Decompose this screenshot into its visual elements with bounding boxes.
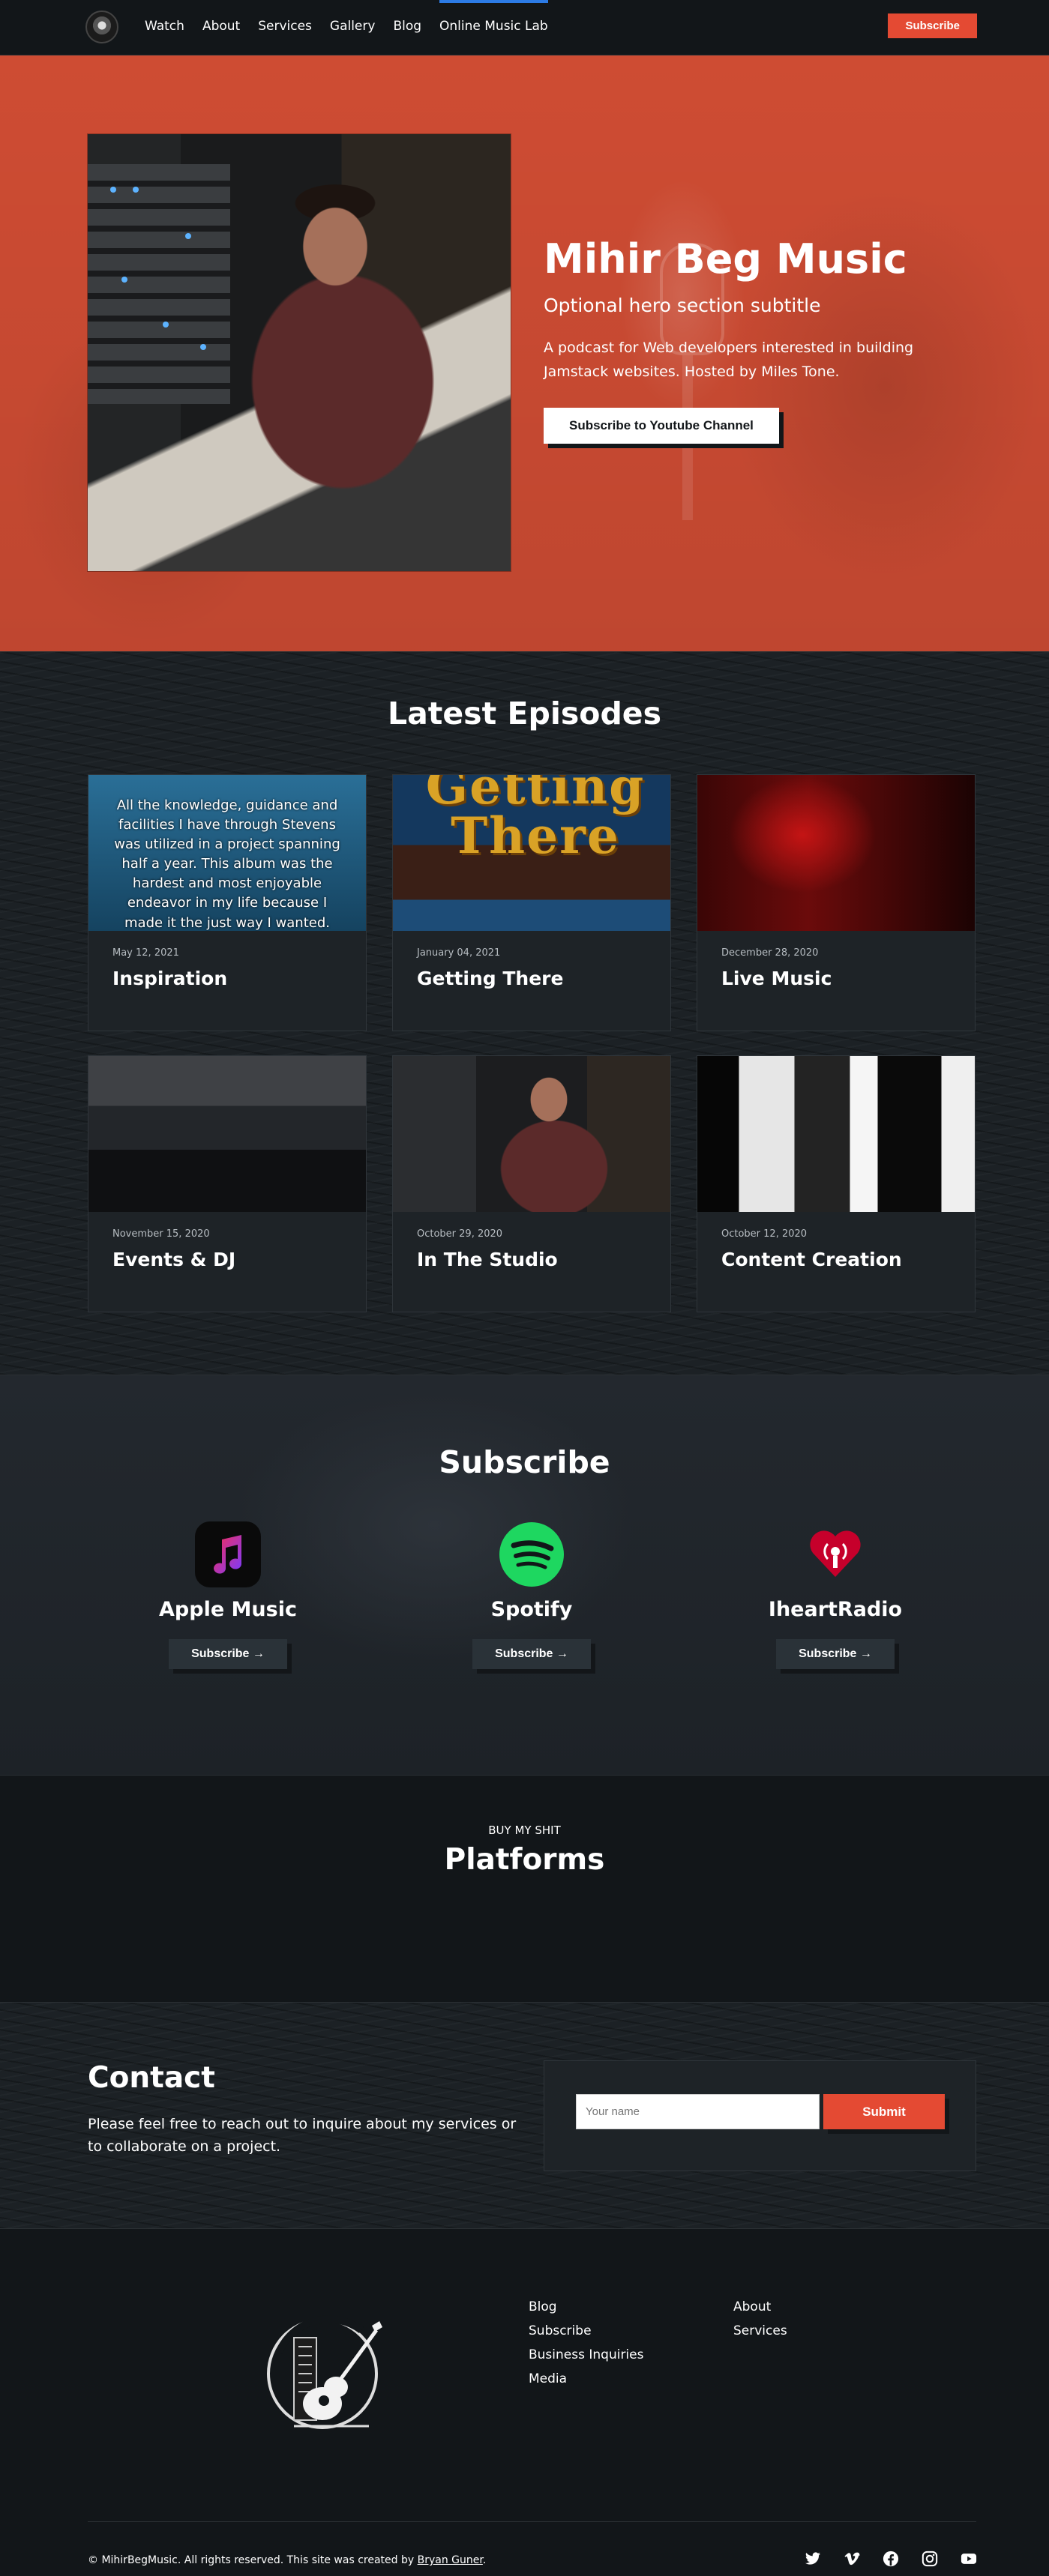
nav-links: Watch About Services Gallery Blog Online…: [145, 0, 548, 34]
episode-image: [697, 1056, 975, 1212]
subscribe-section: Subscribe Apple Music Subscribe → Spotif…: [0, 1375, 1049, 1775]
nav-link-gallery[interactable]: Gallery: [330, 19, 376, 34]
nav-link-blog[interactable]: Blog: [393, 19, 421, 34]
episode-image: [697, 775, 975, 931]
nav-link-online-music-lab[interactable]: Online Music Lab: [439, 0, 548, 34]
nav-subscribe-button[interactable]: Subscribe: [888, 13, 977, 38]
hero-description: A podcast for Web developers interested …: [544, 339, 914, 381]
hero-title: Mihir Beg Music: [544, 235, 907, 283]
episode-title[interactable]: Events & DJ: [112, 1249, 342, 1270]
hero-subtitle: Optional hero section subtitle: [544, 294, 821, 316]
footer-link-blog[interactable]: Blog: [529, 2299, 643, 2314]
episode-title[interactable]: Getting There: [417, 968, 646, 989]
subscribe-spotify: Spotify Subscribe →: [419, 1521, 644, 1669]
episode-date: May 12, 2021: [112, 947, 179, 959]
episodes-grid: All the knowledge, guidance and faciliti…: [88, 774, 976, 1312]
youtube-subscribe-button[interactable]: Subscribe to Youtube Channel: [544, 408, 779, 444]
platforms-section: BUY MY SHIT Platforms: [0, 1775, 1049, 2002]
apple-music-subscribe-button[interactable]: Subscribe →: [169, 1639, 287, 1669]
episode-card[interactable]: October 29, 2020 In The Studio: [392, 1055, 671, 1312]
platform-name: IheartRadio: [768, 1598, 903, 1621]
episodes-section: Latest Episodes All the knowledge, guida…: [0, 651, 1049, 1375]
hero-photo: [88, 134, 511, 571]
copyright-suffix: .: [482, 2554, 487, 2566]
episode-date: November 15, 2020: [112, 1228, 210, 1240]
vimeo-icon[interactable]: [844, 2551, 860, 2567]
episode-card[interactable]: December 28, 2020 Live Music: [697, 774, 976, 1031]
episode-title[interactable]: Live Music: [721, 968, 951, 989]
hero-text: Mihir Beg Music Optional hero section su…: [544, 235, 964, 444]
footer: Blog Subscribe Business Inquiries Media …: [0, 2228, 1049, 2576]
episode-image: All the knowledge, guidance and faciliti…: [88, 775, 366, 931]
episode-image-caption: Getting There: [425, 775, 646, 865]
episode-title[interactable]: Inspiration: [112, 968, 342, 989]
copyright: © MihirBegMusic. All rights reserved. Th…: [88, 2554, 486, 2566]
subscribe-title: Subscribe: [439, 1444, 610, 1480]
site-logo[interactable]: [85, 10, 118, 43]
copyright-text: © MihirBegMusic. All rights reserved. Th…: [88, 2554, 418, 2566]
submit-button[interactable]: Submit: [823, 2094, 945, 2129]
platforms-kicker: BUY MY SHIT: [488, 1824, 561, 1837]
episode-date: January 04, 2021: [417, 947, 501, 959]
spotify-icon: [499, 1521, 565, 1587]
footer-link-services[interactable]: Services: [733, 2323, 787, 2338]
episode-card[interactable]: Getting There January 04, 2021 Getting T…: [392, 774, 671, 1031]
contact-form: Submit: [544, 2060, 976, 2171]
footer-link-subscribe[interactable]: Subscribe: [529, 2323, 643, 2338]
studio-rack-graphic: [88, 164, 230, 404]
platform-name: Apple Music: [159, 1598, 297, 1621]
episode-date: October 29, 2020: [417, 1228, 503, 1240]
name-input[interactable]: [576, 2094, 820, 2129]
contact-title: Contact: [88, 2061, 215, 2095]
episode-title[interactable]: Content Creation: [721, 1249, 951, 1270]
nav-link-watch[interactable]: Watch: [145, 19, 184, 34]
footer-logo[interactable]: [264, 2308, 387, 2440]
spotify-subscribe-button[interactable]: Subscribe →: [472, 1639, 591, 1669]
facebook-icon[interactable]: [883, 2551, 899, 2567]
instagram-icon[interactable]: [922, 2551, 938, 2567]
footer-links-col-2: About Services: [733, 2299, 787, 2338]
iheartradio-icon: [802, 1521, 868, 1587]
episode-image-caption: All the knowledge, guidance and faciliti…: [114, 797, 340, 931]
nav-link-about[interactable]: About: [202, 19, 240, 34]
episode-image: [88, 1056, 366, 1212]
creator-link[interactable]: Bryan Guner: [418, 2554, 483, 2566]
contact-description: Please feel free to reach out to inquire…: [88, 2116, 517, 2156]
page: Watch About Services Gallery Blog Online…: [0, 0, 1049, 2576]
episode-date: October 12, 2020: [721, 1228, 808, 1240]
episode-date: December 28, 2020: [721, 947, 819, 959]
subscribe-iheartradio: IheartRadio Subscribe →: [723, 1521, 948, 1669]
episodes-title: Latest Episodes: [387, 696, 662, 732]
hero-section: Mihir Beg Music Optional hero section su…: [0, 55, 1049, 651]
footer-links-col-1: Blog Subscribe Business Inquiries Media: [529, 2299, 643, 2386]
footer-link-business-inquiries[interactable]: Business Inquiries: [529, 2347, 643, 2362]
footer-link-about[interactable]: About: [733, 2299, 787, 2314]
apple-music-icon: [195, 1521, 261, 1587]
twitter-icon[interactable]: [805, 2551, 821, 2567]
top-nav: Watch About Services Gallery Blog Online…: [0, 0, 1049, 55]
iheartradio-subscribe-button[interactable]: Subscribe →: [776, 1639, 895, 1669]
nav-link-services[interactable]: Services: [258, 19, 312, 34]
platform-name: Spotify: [490, 1598, 573, 1621]
footer-link-media[interactable]: Media: [529, 2371, 643, 2386]
episode-image: [393, 1056, 670, 1212]
episode-card[interactable]: October 12, 2020 Content Creation: [697, 1055, 976, 1312]
contact-section: Contact Please feel free to reach out to…: [0, 2002, 1049, 2228]
subscribe-apple-music: Apple Music Subscribe →: [115, 1521, 340, 1669]
episode-card[interactable]: All the knowledge, guidance and faciliti…: [88, 774, 367, 1031]
platforms-title: Platforms: [444, 1843, 605, 1877]
episode-image: Getting There: [393, 775, 670, 931]
social-links: [805, 2551, 977, 2567]
youtube-icon[interactable]: [961, 2551, 977, 2567]
footer-divider: [88, 2521, 976, 2522]
episode-title[interactable]: In The Studio: [417, 1249, 646, 1270]
episode-card[interactable]: November 15, 2020 Events & DJ: [88, 1055, 367, 1312]
